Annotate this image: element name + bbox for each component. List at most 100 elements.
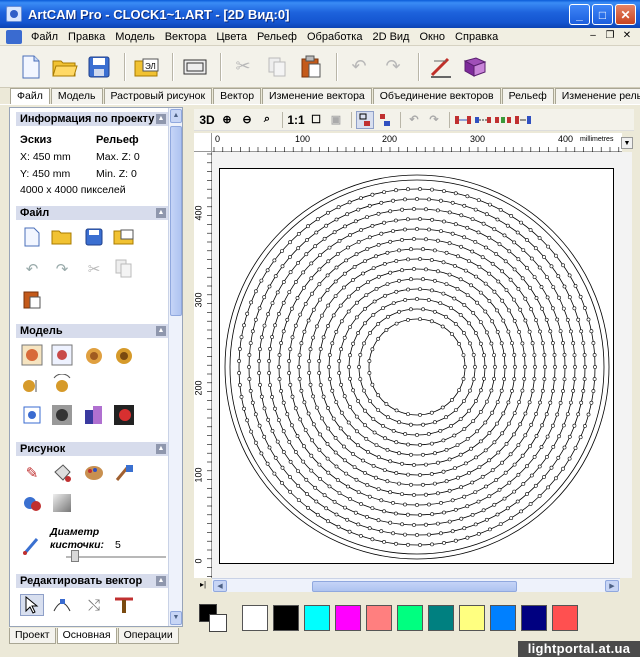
view-3d-button[interactable]: 3D (198, 111, 216, 129)
view-redo-icon[interactable]: ↷ (425, 111, 443, 129)
model-resolution-icon[interactable] (50, 344, 74, 366)
ruler-units-dropdown[interactable]: ▼ (621, 137, 633, 149)
paste-icon[interactable] (20, 288, 44, 310)
model-origin-icon[interactable] (82, 344, 106, 366)
artcam-app-icon[interactable] (6, 6, 22, 22)
color-swatch-6[interactable] (428, 605, 454, 631)
save-icon[interactable] (84, 52, 114, 82)
menu-help[interactable]: Справка (450, 31, 503, 43)
color-swatch-4[interactable] (366, 605, 392, 631)
edit-vector-section-header[interactable]: Редактировать вектор ▲ (16, 574, 168, 588)
undo-icon[interactable]: ↶ (20, 258, 44, 280)
horizontal-scroll-thumb[interactable] (312, 581, 517, 592)
tab-project[interactable]: Проект (9, 628, 56, 644)
layers-icon[interactable] (356, 110, 374, 129)
menu-colors[interactable]: Цвета (211, 31, 252, 43)
select-arrow-icon[interactable] (20, 594, 44, 616)
tab-vector-editing[interactable]: Изменение вектора (262, 88, 372, 104)
brush-color-icon[interactable] (112, 462, 136, 484)
transform-icon[interactable]: ⤭ (82, 594, 106, 616)
fill-bucket-icon[interactable] (50, 462, 74, 484)
scroll-up-arrow[interactable]: ▲ (170, 109, 182, 123)
menu-toolpaths[interactable]: Обработка (302, 31, 367, 43)
frame-icon[interactable] (180, 52, 210, 82)
model-rotate-icon[interactable] (50, 374, 74, 396)
color-swatch-7[interactable] (459, 605, 485, 631)
paint-palette-icon[interactable] (82, 462, 106, 484)
align-horizontal-icon[interactable] (454, 111, 472, 129)
zoom-out-icon[interactable]: ⊖ (238, 111, 256, 129)
help-book-icon[interactable] (460, 52, 490, 82)
model-size-icon[interactable] (20, 344, 44, 366)
model-mirror-icon[interactable] (20, 374, 44, 396)
minimize-button[interactable]: _ (569, 4, 590, 25)
tab-file[interactable]: Файл (10, 88, 50, 104)
copy-icon[interactable] (262, 52, 292, 82)
color-swatch-0[interactable] (242, 605, 268, 631)
scroll-left-arrow[interactable]: ◀ (213, 580, 227, 592)
import-image-icon[interactable]: ЭЛ (132, 52, 162, 82)
vector-artwork[interactable] (220, 169, 615, 565)
secondary-color-swatch[interactable] (209, 614, 227, 632)
scroll-right-arrow[interactable]: ▶ (605, 580, 619, 592)
horizontal-scrollbar[interactable]: ◀ ▶ (212, 578, 620, 592)
menu-edit[interactable]: Правка (63, 31, 110, 43)
menu-file[interactable]: Файл (26, 31, 63, 43)
menu-window[interactable]: Окно (414, 31, 450, 43)
cut-icon[interactable]: ✂ (82, 258, 106, 280)
tab-bitmap[interactable]: Растровый рисунок (103, 88, 213, 104)
menu-2d-view[interactable]: 2D Вид (367, 31, 414, 43)
view-undo-icon[interactable]: ↶ (405, 111, 423, 129)
drawing-section-header[interactable]: Рисунок ▲ (16, 442, 168, 456)
drawing-canvas[interactable] (219, 168, 614, 564)
tab-relief-editing[interactable]: Изменение рельефа (554, 88, 640, 104)
gradient-icon[interactable] (50, 492, 74, 514)
save-icon[interactable] (82, 226, 106, 248)
distribute-icon[interactable] (494, 111, 512, 129)
mdi-restore-button[interactable]: ❐ (603, 30, 617, 43)
paste-icon[interactable] (296, 52, 326, 82)
tab-vector-merging[interactable]: Объединение векторов (372, 88, 501, 104)
pencil-icon[interactable]: ✎ (20, 462, 44, 484)
tab-relief[interactable]: Рельеф (501, 88, 554, 104)
brush-icon[interactable] (20, 534, 44, 556)
panel-scrollbar[interactable]: ▲ ▼ (168, 108, 182, 626)
color-swatch-10[interactable] (552, 605, 578, 631)
document-icon[interactable] (6, 29, 22, 44)
color-swatch-9[interactable] (521, 605, 547, 631)
color-swatch-2[interactable] (304, 605, 330, 631)
menu-vectors[interactable]: Вектора (160, 31, 212, 43)
undo-icon[interactable]: ↶ (344, 52, 374, 82)
collapse-icon[interactable]: ▲ (156, 576, 166, 586)
zoom-box-icon[interactable]: ☐ (307, 111, 325, 129)
collapse-icon[interactable]: ▲ (156, 444, 166, 454)
tab-operations[interactable]: Операции (117, 628, 179, 644)
copy-icon[interactable] (112, 258, 136, 280)
color-layers-icon[interactable] (376, 111, 394, 129)
model-border-icon[interactable] (112, 344, 136, 366)
project-info-header[interactable]: Информация по проекту ▲ (16, 112, 168, 126)
color-swatch-1[interactable] (273, 605, 299, 631)
tab-vector[interactable]: Вектор (213, 88, 262, 104)
color-swatch-3[interactable] (335, 605, 361, 631)
vector-edit-icon[interactable] (426, 52, 456, 82)
align-icon[interactable] (112, 594, 136, 616)
collapse-icon[interactable]: ▲ (156, 208, 166, 218)
color-swatch-8[interactable] (490, 605, 516, 631)
brush-size-slider-track[interactable] (66, 556, 166, 558)
mdi-close-button[interactable]: ✕ (620, 30, 634, 43)
file-section-header[interactable]: Файл ▲ (16, 206, 168, 220)
primary-secondary-colors[interactable] (199, 604, 229, 634)
color-fill-icon[interactable] (20, 492, 44, 514)
close-button[interactable]: ✕ (615, 4, 636, 25)
redo-icon[interactable]: ↷ (50, 258, 74, 280)
scroll-down-arrow[interactable]: ▼ (170, 611, 182, 625)
brush-size-slider-thumb[interactable] (71, 550, 79, 562)
model-shade-icon[interactable] (82, 404, 106, 426)
cut-icon[interactable]: ✂ (228, 52, 258, 82)
import-image-icon[interactable] (112, 226, 136, 248)
model-center-icon[interactable] (20, 404, 44, 426)
zoom-fit-icon[interactable]: ⌕ (258, 111, 276, 129)
view-corner-button[interactable]: ▸| (196, 578, 210, 592)
collapse-icon[interactable]: ▲ (156, 326, 166, 336)
